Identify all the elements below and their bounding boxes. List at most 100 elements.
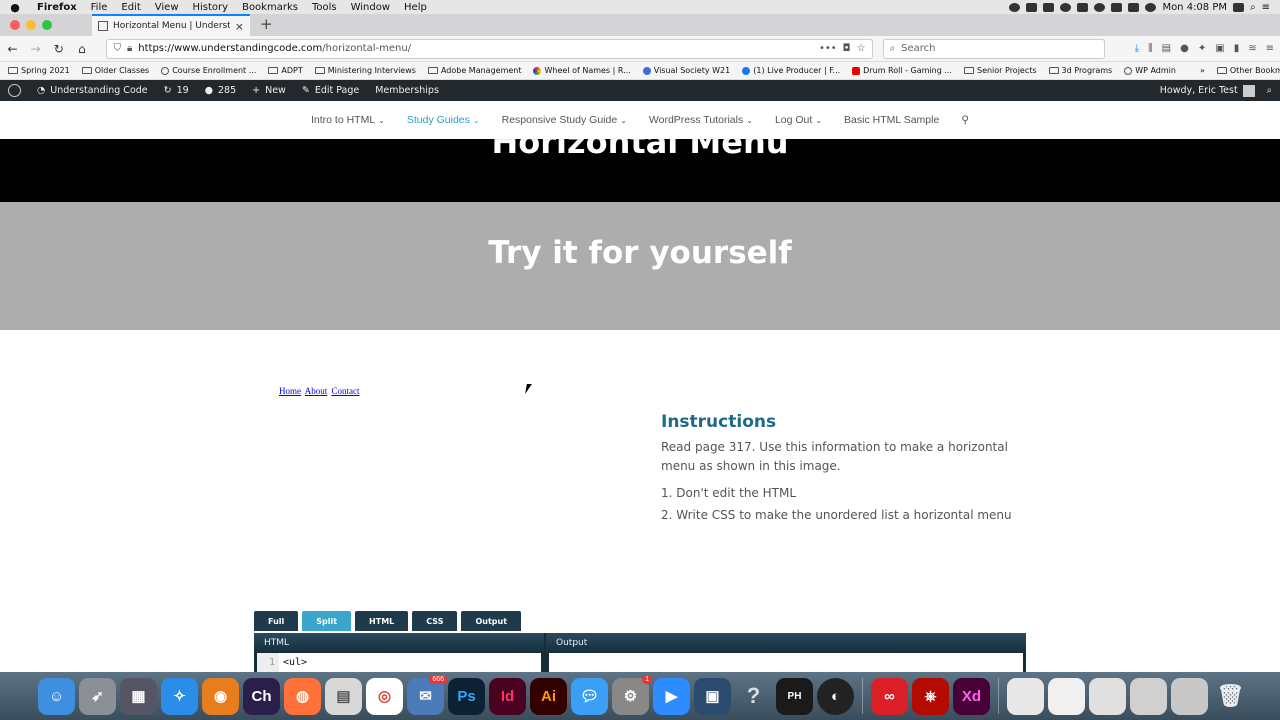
bookmark-item[interactable]: (1) Live Producer | F... xyxy=(742,66,840,75)
tab-full[interactable]: Full xyxy=(254,611,299,631)
extension-icon[interactable]: ✦ xyxy=(1198,43,1206,54)
finder-icon[interactable]: ☺ xyxy=(38,677,75,715)
apple-icon[interactable]: ● xyxy=(0,1,30,14)
menu-file[interactable]: File xyxy=(84,2,115,13)
spotlight-icon[interactable]: ⌕ xyxy=(1250,2,1256,13)
tab-split[interactable]: Split xyxy=(302,611,352,631)
app-circle-icon[interactable]: ◐ xyxy=(817,677,854,715)
bookmark-item[interactable]: Older Classes xyxy=(81,66,149,75)
extension-two-icon[interactable]: ▮ xyxy=(1234,43,1240,54)
nav-wordpress-tutorials[interactable]: WordPress Tutorials ⌄ xyxy=(649,114,753,126)
recent-file-icon[interactable] xyxy=(1007,677,1044,715)
tab-output[interactable]: Output xyxy=(461,611,522,631)
volume-icon[interactable] xyxy=(1145,2,1157,12)
wp-comments[interactable]: ● 285 xyxy=(205,85,236,96)
account-icon[interactable]: ● xyxy=(1180,43,1189,54)
menu-tools[interactable]: Tools xyxy=(305,2,344,13)
other-bookmarks[interactable]: Other Bookmarks xyxy=(1216,66,1280,75)
mail-icon[interactable]: ✉ 666 xyxy=(407,674,447,715)
site-search-icon[interactable]: ⚲ xyxy=(961,114,969,126)
mission-control-icon[interactable]: ▦ xyxy=(120,677,157,715)
control-center-icon[interactable]: ≡ xyxy=(1262,2,1270,13)
menu-edit[interactable]: Edit xyxy=(114,2,147,13)
firefox-icon[interactable]: ◍ xyxy=(284,677,321,715)
nav-study-guides[interactable]: Study Guides ⌄ xyxy=(407,114,480,126)
bookmark-item[interactable]: Visual Society W21 xyxy=(642,66,730,75)
trash-icon[interactable]: 🗑︎ xyxy=(1212,678,1249,715)
wp-new[interactable]: + New xyxy=(252,85,286,96)
bookmark-star-icon[interactable]: ☆ xyxy=(857,43,866,54)
download-manager-icon[interactable]: ▣ xyxy=(1215,43,1224,54)
url-text[interactable]: https://www.understandingcode.com/horizo… xyxy=(138,43,813,54)
close-tab-icon[interactable]: × xyxy=(235,20,244,33)
bookmark-item[interactable]: Wheel of Names | R... xyxy=(533,66,631,75)
sample-link-home[interactable]: Home xyxy=(279,386,301,396)
sample-link-about[interactable]: About xyxy=(305,386,328,396)
wp-memberships[interactable]: Memberships xyxy=(375,85,439,96)
battery-icon[interactable] xyxy=(1128,2,1140,12)
wordpress-logo-icon[interactable] xyxy=(8,84,21,97)
bookmark-item[interactable]: Ministering Interviews xyxy=(314,66,416,75)
forward-button[interactable]: → xyxy=(29,42,42,56)
menu-help[interactable]: Help xyxy=(397,2,434,13)
preview-icon[interactable]: ▤ xyxy=(325,677,362,715)
zoom-icon[interactable]: ▶ xyxy=(653,677,690,715)
minimize-window-button[interactable] xyxy=(26,20,36,30)
hamburger-menu-icon[interactable]: ≡ xyxy=(1266,43,1274,54)
launchpad-icon[interactable]: ➶ xyxy=(79,677,116,715)
page-actions-icon[interactable]: ••• xyxy=(819,43,837,54)
app-status-icon[interactable] xyxy=(1077,2,1089,12)
indesign-icon[interactable]: Id xyxy=(489,677,526,715)
phonon-icon[interactable]: PH xyxy=(776,677,813,715)
illustrator-icon[interactable]: Ai xyxy=(530,677,567,715)
creative-cloud-icon[interactable]: ∞ xyxy=(871,677,908,715)
bookmark-item[interactable]: Adobe Management xyxy=(427,66,521,75)
wp-site-name[interactable]: ◔ Understanding Code xyxy=(37,85,148,96)
recent-file-icon[interactable] xyxy=(1048,677,1085,715)
extension-three-icon[interactable]: ≋ xyxy=(1248,43,1256,54)
menu-app-name[interactable]: Firefox xyxy=(30,2,84,13)
help-icon[interactable]: ? xyxy=(735,678,772,715)
creative-cloud-icon[interactable] xyxy=(1009,2,1021,12)
sidebar-icon[interactable]: ▤ xyxy=(1162,43,1171,54)
system-preferences-icon[interactable]: ⚙ 1 xyxy=(612,674,652,715)
clock[interactable]: Mon 4:08 PM xyxy=(1162,2,1227,13)
wp-edit-page[interactable]: ✎ Edit Page xyxy=(302,85,359,96)
bookmark-item[interactable]: Drum Roll - Gaming ... xyxy=(852,66,952,75)
menu-window[interactable]: Window xyxy=(344,2,397,13)
tab-html[interactable]: HTML xyxy=(355,611,409,631)
wp-search-icon[interactable]: ⌕ xyxy=(1267,85,1272,96)
bookmark-item[interactable]: Spring 2021 xyxy=(8,66,70,75)
messages-icon[interactable]: 💬︎ xyxy=(571,677,608,715)
xd-icon[interactable]: Xd xyxy=(953,677,990,715)
html-code-area[interactable]: 1 <ul> xyxy=(257,653,541,672)
download-icon[interactable]: ⤓ xyxy=(1135,43,1139,54)
bookmarks-overflow-icon[interactable]: » xyxy=(1200,66,1205,75)
chrome-icon[interactable]: ◎ xyxy=(366,677,403,715)
recent-file-icon[interactable] xyxy=(1130,677,1167,715)
screen-record-icon[interactable] xyxy=(1026,2,1038,12)
home-button[interactable]: ⌂ xyxy=(75,42,88,56)
sample-link-contact[interactable]: Contact xyxy=(332,386,360,396)
url-bar[interactable]: ⛉ 🔒︎ https://www.understandingcode.com/h… xyxy=(106,38,873,59)
library-icon[interactable]: ⫼ xyxy=(1148,43,1153,54)
bookmark-item[interactable]: 3d Programs xyxy=(1048,66,1112,75)
pocket-icon[interactable]: ◘ xyxy=(843,43,851,54)
cloud-icon[interactable] xyxy=(1060,2,1072,12)
flag-icon[interactable] xyxy=(1233,2,1244,12)
bookmark-item[interactable]: Course Enrollment ... xyxy=(161,66,256,75)
zoom-window-button[interactable] xyxy=(42,20,52,30)
nav-basic-html-sample[interactable]: Basic HTML Sample xyxy=(844,114,939,126)
safari-icon[interactable]: ✧ xyxy=(161,677,198,715)
browser-tab[interactable]: Horizontal Menu | Understandin × xyxy=(92,14,250,36)
bookmark-item[interactable]: Senior Projects xyxy=(963,66,1037,75)
reload-button[interactable]: ↻ xyxy=(52,42,65,56)
search-box[interactable]: ⌕ Search xyxy=(882,38,1105,59)
bookmark-item[interactable]: WP Admin xyxy=(1124,66,1176,75)
lock-icon[interactable]: 🔒︎ xyxy=(127,43,132,54)
bookmark-item[interactable]: ADPT xyxy=(268,66,303,75)
nav-intro-to-html[interactable]: Intro to HTML ⌄ xyxy=(311,114,385,126)
close-window-button[interactable] xyxy=(10,20,20,30)
blender-icon[interactable]: ◉ xyxy=(202,677,239,715)
menu-history[interactable]: History xyxy=(186,2,236,13)
